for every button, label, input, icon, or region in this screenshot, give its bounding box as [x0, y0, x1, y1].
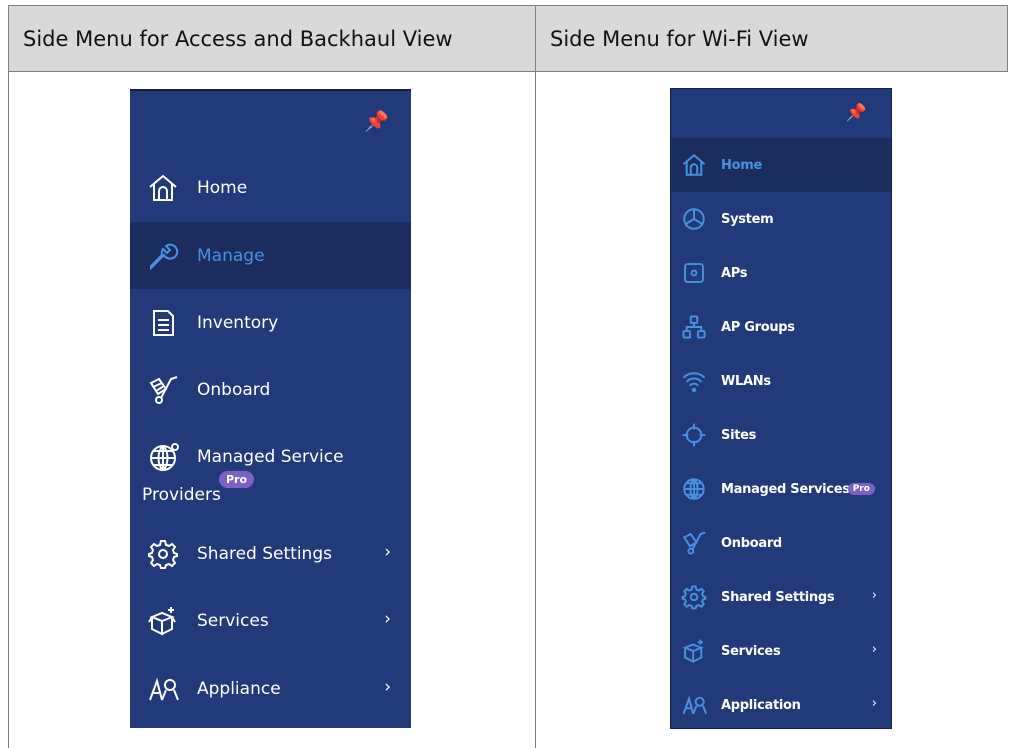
- table-header-wifi: Side Menu for Wi-Fi View: [535, 5, 1008, 72]
- menu-item-label: System: [721, 211, 774, 227]
- menu-item-ap-groups[interactable]: AP Groups: [671, 300, 891, 354]
- menu-item-label: Home: [721, 157, 762, 173]
- table-border: [8, 71, 9, 748]
- home-icon: [147, 172, 179, 204]
- chevron-right-icon: ›: [384, 609, 391, 629]
- menu-item-sites[interactable]: Sites: [671, 408, 891, 462]
- menu-item-label: Onboard: [197, 379, 271, 400]
- menu-item-shared-settings[interactable]: Shared Settings ›: [671, 570, 891, 624]
- menu-item-label: Providers: [142, 485, 221, 505]
- wifi-icon: [681, 368, 707, 394]
- home-icon: [681, 152, 707, 178]
- wrench-icon: [147, 240, 179, 272]
- document-icon: [147, 307, 179, 339]
- table-border: [535, 71, 536, 748]
- globe-icon: [147, 441, 179, 473]
- menu-item-label: Home: [197, 177, 248, 198]
- menu-item-services[interactable]: Services ›: [130, 587, 411, 654]
- menu-item-appliance[interactable]: Appliance ›: [130, 655, 411, 722]
- ap-icon: [681, 260, 707, 286]
- menu-item-label: Shared Settings: [197, 543, 332, 564]
- menu-item-label: Onboard: [721, 535, 782, 551]
- ap-groups-icon: [681, 314, 707, 340]
- chevron-right-icon: ›: [384, 677, 391, 697]
- menu-item-services[interactable]: Services ›: [671, 624, 891, 678]
- menu-item-label: Services: [197, 610, 269, 631]
- chevron-right-icon: ›: [871, 642, 877, 657]
- gear-icon: [147, 538, 179, 570]
- chevron-right-icon: ›: [871, 588, 877, 603]
- wifi-side-menu: 📌 Home System APs AP Groups WLANs Sites …: [670, 88, 892, 729]
- menu-item-application[interactable]: Application ›: [671, 678, 891, 732]
- hand-truck-icon: [147, 374, 179, 406]
- menu-item-label: Inventory: [197, 312, 279, 333]
- menu-item-manage[interactable]: Manage: [130, 222, 411, 289]
- menu-item-label: Managed Service: [197, 447, 344, 467]
- pin-icon[interactable]: 📌: [846, 103, 867, 123]
- pro-badge: Pro: [219, 471, 255, 488]
- header-label: Side Menu for Access and Backhaul View: [23, 27, 453, 51]
- header-label: Side Menu for Wi-Fi View: [550, 27, 809, 51]
- menu-item-shared-settings[interactable]: Shared Settings ›: [130, 520, 411, 587]
- sites-icon: [681, 422, 707, 448]
- menu-item-label: Shared Settings: [721, 589, 835, 605]
- appliance-icon: [147, 673, 179, 705]
- menu-item-label: AP Groups: [721, 319, 795, 335]
- gear-icon: [681, 584, 707, 610]
- menu-item-home[interactable]: Home: [671, 138, 891, 192]
- pin-icon[interactable]: 📌: [364, 109, 389, 133]
- hand-truck-icon: [681, 530, 707, 556]
- menu-item-managed-service-providers[interactable]: Managed Service Pro Providers: [130, 437, 411, 511]
- system-icon: [681, 206, 707, 232]
- menu-item-label: Application: [721, 697, 801, 713]
- globe-icon: [681, 476, 707, 502]
- menu-item-label: Managed Services: [721, 481, 850, 497]
- menu-item-wlans[interactable]: WLANs: [671, 354, 891, 408]
- menu-item-system[interactable]: System: [671, 192, 891, 246]
- menu-item-label: APs: [721, 265, 748, 281]
- menu-item-label: WLANs: [721, 373, 771, 389]
- chevron-right-icon: ›: [871, 696, 877, 711]
- chevron-right-icon: ›: [384, 542, 391, 562]
- appliance-icon: [681, 692, 707, 718]
- menu-top-border: [130, 89, 411, 91]
- menu-item-inventory[interactable]: Inventory: [130, 289, 411, 356]
- menu-item-label: Manage: [197, 245, 265, 266]
- menu-item-home[interactable]: Home: [130, 154, 411, 221]
- services-box-icon: [147, 605, 179, 637]
- menu-item-managed-services[interactable]: Managed Services Pro: [671, 462, 891, 516]
- menu-item-label: Sites: [721, 427, 757, 443]
- menu-item-onboard[interactable]: Onboard: [130, 356, 411, 423]
- access-backhaul-side-menu: 📌 Home Manage Inventory Onboard Managed …: [130, 89, 411, 728]
- menu-item-label: Services: [721, 643, 781, 659]
- pro-badge: Pro: [847, 483, 875, 495]
- menu-item-onboard[interactable]: Onboard: [671, 516, 891, 570]
- table-header-access: Side Menu for Access and Backhaul View: [8, 5, 536, 72]
- menu-item-label: Appliance: [197, 678, 281, 699]
- menu-item-aps[interactable]: APs: [671, 246, 891, 300]
- services-box-icon: [681, 638, 707, 664]
